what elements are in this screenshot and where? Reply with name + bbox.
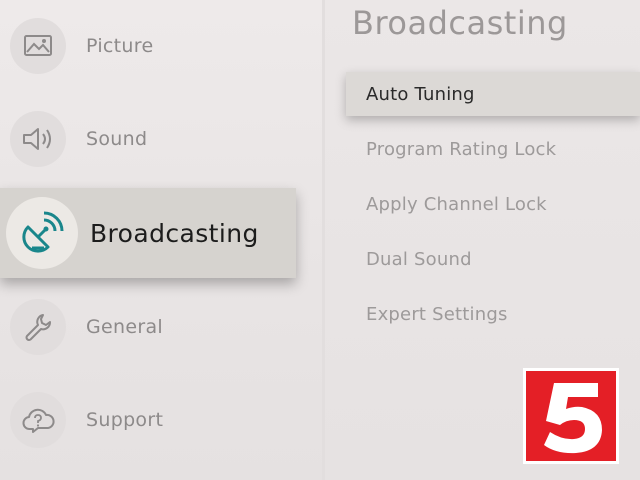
- wrench-icon: [10, 299, 66, 355]
- picture-icon: [10, 18, 66, 74]
- channel-5-logo: [523, 368, 619, 464]
- sidebar-item-picture[interactable]: Picture: [0, 6, 296, 86]
- sidebar-item-sound[interactable]: Sound: [0, 99, 296, 179]
- sidebar-item-label: Broadcasting: [90, 218, 259, 248]
- menu-item-label: Apply Channel Lock: [366, 193, 547, 215]
- sidebar-item-broadcasting[interactable]: Broadcasting: [0, 188, 296, 278]
- menu-item-apply-channel-lock[interactable]: Apply Channel Lock: [346, 182, 640, 226]
- menu-item-program-rating-lock[interactable]: Program Rating Lock: [346, 127, 640, 171]
- sidebar-item-label: Support: [86, 409, 164, 431]
- sidebar-item-support[interactable]: Support: [0, 380, 296, 460]
- menu-item-label: Auto Tuning: [366, 83, 475, 105]
- menu-item-label: Program Rating Lock: [366, 138, 557, 160]
- menu-item-label: Dual Sound: [366, 248, 472, 270]
- menu-item-dual-sound[interactable]: Dual Sound: [346, 237, 640, 281]
- menu-item-auto-tuning[interactable]: Auto Tuning: [346, 72, 640, 116]
- sidebar-item-label: Sound: [86, 128, 148, 150]
- sidebar-item-label: Picture: [86, 35, 154, 57]
- support-cloud-icon: [10, 392, 66, 448]
- speaker-icon: [10, 111, 66, 167]
- channel-5-logo-graphic: [544, 383, 602, 454]
- page-title: Broadcasting: [352, 4, 568, 42]
- menu-item-expert-settings[interactable]: Expert Settings: [346, 292, 640, 336]
- menu-item-label: Expert Settings: [366, 303, 508, 325]
- satellite-dish-icon: [6, 197, 78, 269]
- sidebar-item-general[interactable]: General: [0, 287, 296, 367]
- sidebar-item-label: General: [86, 316, 163, 338]
